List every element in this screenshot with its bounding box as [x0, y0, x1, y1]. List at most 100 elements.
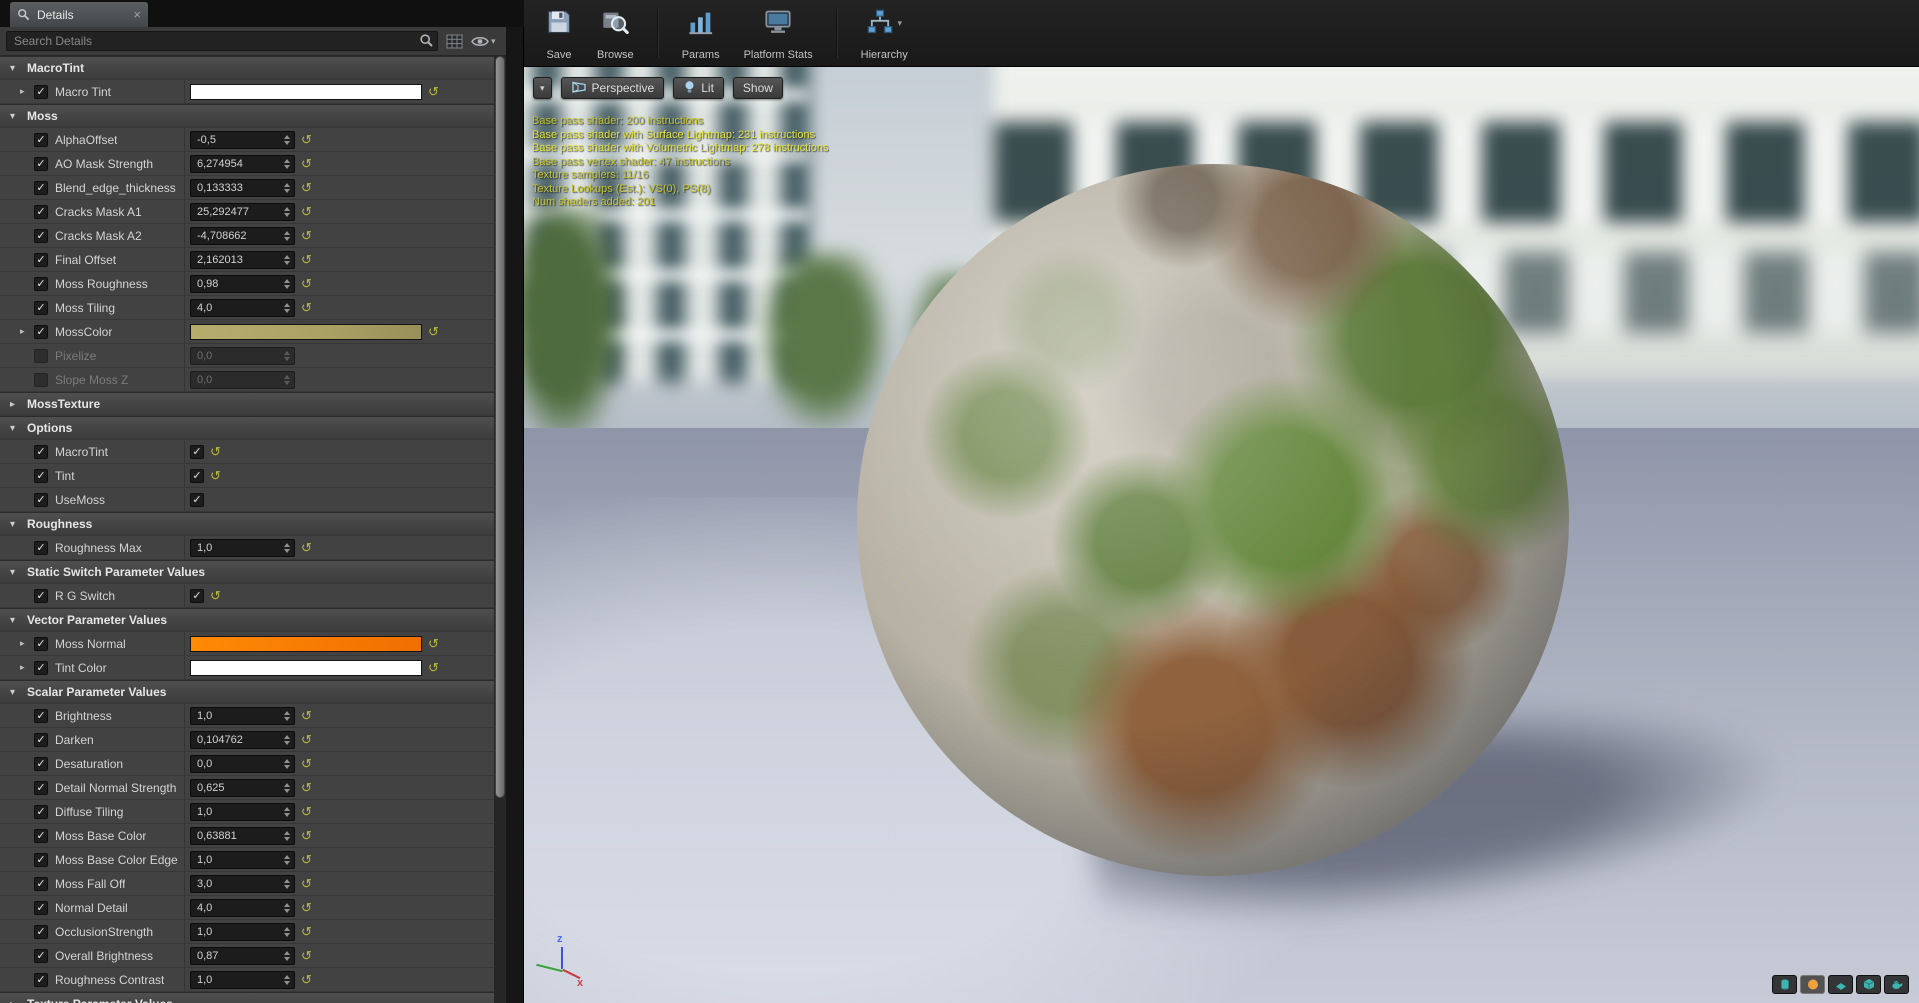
value-spinbox[interactable]: 0,625 [190, 779, 295, 797]
reset-to-default-icon[interactable]: ↺ [301, 805, 312, 818]
reset-to-default-icon[interactable]: ↺ [301, 829, 312, 842]
platform-stats-button[interactable]: Platform Stats [735, 4, 822, 63]
preview-mesh-teapot-button[interactable] [1884, 975, 1909, 994]
reset-to-default-icon[interactable]: ↺ [301, 709, 312, 722]
param-enable-checkbox[interactable]: ✓ [34, 253, 48, 267]
param-enable-checkbox[interactable]: ✓ [34, 589, 48, 603]
value-spinbox[interactable]: 0,63881 [190, 827, 295, 845]
reset-to-default-icon[interactable]: ↺ [301, 181, 312, 194]
value-checkbox[interactable]: ✓ [190, 445, 204, 459]
visibility-eye-button[interactable]: ▾ [471, 35, 496, 48]
param-enable-checkbox[interactable]: ✓ [34, 469, 48, 483]
spin-arrows-icon[interactable] [281, 951, 290, 961]
perspective-button[interactable]: Perspective [561, 77, 665, 99]
reset-to-default-icon[interactable]: ↺ [301, 781, 312, 794]
value-spinbox[interactable]: 4,0 [190, 899, 295, 917]
spin-arrows-icon[interactable] [281, 207, 290, 217]
reset-to-default-icon[interactable]: ↺ [301, 973, 312, 986]
preview-mesh-cylinder-button[interactable] [1772, 975, 1797, 994]
value-spinbox[interactable]: -4,708662 [190, 227, 295, 245]
spin-arrows-icon[interactable] [281, 807, 290, 817]
param-enable-checkbox[interactable]: ✓ [34, 445, 48, 459]
param-enable-checkbox[interactable]: ✓ [34, 733, 48, 747]
value-spinbox[interactable]: 3,0 [190, 875, 295, 893]
value-spinbox[interactable]: 25,292477 [190, 203, 295, 221]
chevron-down-icon[interactable]: ▾ [897, 18, 902, 29]
viewport-options-dropdown-button[interactable]: ▾ [533, 77, 552, 99]
value-checkbox[interactable]: ✓ [190, 469, 204, 483]
value-spinbox[interactable]: 1,0 [190, 803, 295, 821]
param-enable-checkbox[interactable]: ✓ [34, 781, 48, 795]
category-row-texture-parameter-values[interactable]: ▸Texture Parameter Values [0, 992, 494, 1003]
value-spinbox[interactable]: 0,98 [190, 275, 295, 293]
reset-to-default-icon[interactable]: ↺ [301, 757, 312, 770]
scrollbar-thumb[interactable] [495, 56, 505, 798]
reset-to-default-icon[interactable]: ↺ [301, 901, 312, 914]
value-spinbox[interactable]: 1,0 [190, 971, 295, 989]
value-spinbox[interactable]: 0,133333 [190, 179, 295, 197]
param-enable-checkbox[interactable]: ✓ [34, 853, 48, 867]
value-spinbox[interactable]: -0,5 [190, 131, 295, 149]
reset-to-default-icon[interactable]: ↺ [301, 925, 312, 938]
value-spinbox[interactable]: 4,0 [190, 299, 295, 317]
param-enable-checkbox[interactable]: ✓ [34, 181, 48, 195]
spin-arrows-icon[interactable] [281, 303, 290, 313]
spin-arrows-icon[interactable] [281, 279, 290, 289]
reset-to-default-icon[interactable]: ↺ [210, 445, 221, 458]
value-spinbox[interactable]: 0,0 [190, 755, 295, 773]
param-enable-checkbox[interactable]: ✓ [34, 205, 48, 219]
preview-mesh-cube-button[interactable] [1856, 975, 1881, 994]
value-spinbox[interactable]: 1,0 [190, 923, 295, 941]
param-enable-checkbox[interactable]: ✓ [34, 757, 48, 771]
category-row-roughness[interactable]: ▾Roughness [0, 512, 494, 536]
browse-button[interactable]: Browse [588, 4, 643, 63]
param-enable-checkbox[interactable]: ✓ [34, 805, 48, 819]
param-enable-checkbox[interactable]: ✓ [34, 709, 48, 723]
save-button[interactable]: Save [536, 4, 582, 63]
details-tab[interactable]: Details × [10, 2, 148, 27]
spin-arrows-icon[interactable] [281, 231, 290, 241]
reset-to-default-icon[interactable]: ↺ [428, 661, 439, 674]
reset-to-default-icon[interactable]: ↺ [301, 949, 312, 962]
param-enable-checkbox[interactable]: ✓ [34, 637, 48, 651]
param-enable-checkbox[interactable]: ✓ [34, 661, 48, 675]
viewport[interactable]: ▾PerspectiveLitShow Base pass shader: 20… [524, 67, 1919, 1003]
spin-arrows-icon[interactable] [281, 975, 290, 985]
spin-arrows-icon[interactable] [281, 879, 290, 889]
reset-to-default-icon[interactable]: ↺ [301, 733, 312, 746]
reset-to-default-icon[interactable]: ↺ [301, 541, 312, 554]
param-enable-checkbox[interactable]: ✓ [34, 925, 48, 939]
params-button[interactable]: Params [673, 4, 729, 63]
spin-arrows-icon[interactable] [281, 255, 290, 265]
reset-to-default-icon[interactable]: ↺ [301, 301, 312, 314]
reset-to-default-icon[interactable]: ↺ [301, 205, 312, 218]
param-enable-checkbox[interactable]: ✓ [34, 301, 48, 315]
value-checkbox[interactable]: ✓ [190, 493, 204, 507]
param-enable-checkbox[interactable]: ✓ [34, 277, 48, 291]
param-enable-checkbox[interactable]: ✓ [34, 85, 48, 99]
param-enable-checkbox[interactable]: ✓ [34, 157, 48, 171]
preview-mesh-plane-button[interactable] [1828, 975, 1853, 994]
spin-arrows-icon[interactable] [281, 783, 290, 793]
category-row-mosstexture[interactable]: ▸MossTexture [0, 392, 494, 416]
param-enable-checkbox[interactable]: ✓ [34, 829, 48, 843]
display-options-grid-icon[interactable] [446, 34, 463, 49]
spin-arrows-icon[interactable] [281, 927, 290, 937]
category-row-static-switch-parameter-values[interactable]: ▾Static Switch Parameter Values [0, 560, 494, 584]
tab-close-icon[interactable]: × [133, 8, 141, 21]
spin-arrows-icon[interactable] [281, 855, 290, 865]
param-enable-checkbox[interactable]: ✓ [34, 541, 48, 555]
expander-icon[interactable]: ▸ [20, 86, 34, 97]
category-row-options[interactable]: ▾Options [0, 416, 494, 440]
spin-arrows-icon[interactable] [281, 735, 290, 745]
param-enable-checkbox[interactable]: ✓ [34, 229, 48, 243]
lit-button[interactable]: Lit [673, 77, 724, 99]
value-spinbox[interactable]: 1,0 [190, 707, 295, 725]
reset-to-default-icon[interactable]: ↺ [301, 133, 312, 146]
spin-arrows-icon[interactable] [281, 543, 290, 553]
reset-to-default-icon[interactable]: ↺ [301, 253, 312, 266]
param-enable-checkbox[interactable]: ✓ [34, 493, 48, 507]
color-swatch[interactable] [190, 84, 422, 100]
category-row-scalar-parameter-values[interactable]: ▾Scalar Parameter Values [0, 680, 494, 704]
param-enable-checkbox[interactable]: ✓ [34, 133, 48, 147]
